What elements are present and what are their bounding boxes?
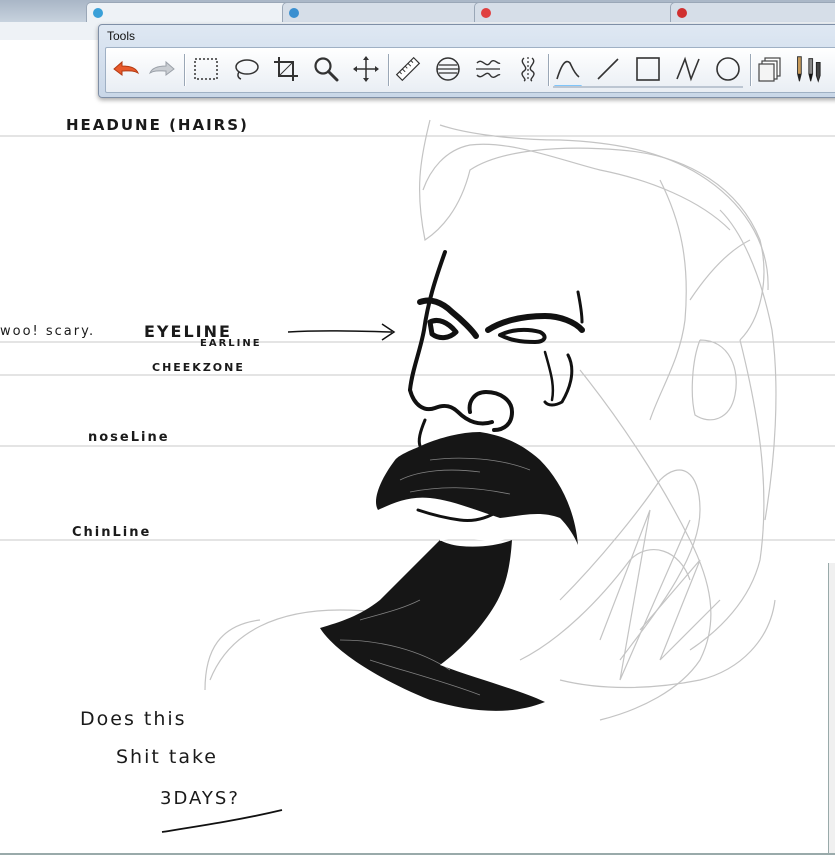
crop-icon [274, 57, 298, 81]
magnifier-icon [314, 57, 339, 82]
lasso-icon [235, 59, 259, 80]
redo-arrow-icon [148, 60, 175, 76]
ellipse-button[interactable] [712, 52, 744, 86]
layers-button[interactable] [754, 52, 786, 86]
polyline-icon [676, 56, 700, 82]
eyeline-arrow [287, 323, 396, 341]
browser-tab-strip [0, 0, 835, 22]
sketch-drawing [0, 119, 835, 833]
note-cheekzone: CHEEKZONE [152, 361, 245, 374]
drawing-canvas[interactable]: HEADUNE (HAIRS) woo! scary. EYELINE EARL… [0, 40, 835, 855]
note-noseline: noseLine [88, 430, 170, 445]
tab-favicon-icon [93, 8, 103, 18]
tools-toolbar [105, 47, 835, 93]
ruler-button[interactable] [392, 52, 424, 86]
note-question-line3: 3DAYS? [160, 788, 240, 809]
vertical-symmetry-icon [521, 57, 535, 82]
rectangle-button[interactable] [632, 52, 664, 86]
ink-beard [320, 432, 578, 711]
browser-tab[interactable] [670, 2, 835, 22]
undo-arrow-icon [113, 60, 140, 76]
rectangle-select-button[interactable] [190, 52, 222, 86]
browser-tab[interactable] [86, 2, 300, 22]
polyline-button[interactable] [672, 52, 704, 86]
tools-window-title: Tools [107, 29, 136, 43]
move-icon [353, 56, 379, 82]
browser-tab[interactable] [474, 2, 688, 22]
straight-line-button[interactable] [592, 52, 624, 86]
browser-tab[interactable] [282, 2, 492, 22]
redo-button[interactable] [146, 52, 178, 86]
stroke-size-slider[interactable] [553, 86, 743, 88]
toolbar-separator [750, 54, 751, 86]
zoom-button[interactable] [310, 52, 342, 86]
days-underline [161, 809, 283, 833]
note-wow-scary: woo! scary. [0, 324, 96, 339]
symmetry-vertical-button[interactable] [512, 52, 544, 86]
symmetry-wave-button[interactable] [472, 52, 504, 86]
note-headline: HEADUNE (HAIRS) [66, 116, 249, 134]
tab-favicon-icon [481, 8, 491, 18]
tools-window[interactable]: Tools [98, 24, 835, 98]
ellipse-icon [716, 57, 740, 81]
symmetry-circle-icon [436, 57, 460, 81]
symmetry-horizontal-button[interactable] [432, 52, 464, 86]
undo-button[interactable] [110, 52, 142, 86]
toolbar-separator [388, 54, 389, 86]
note-question-line1: Does this [80, 708, 187, 730]
rectangle-icon [636, 57, 660, 81]
pencil-brush-icon [797, 56, 821, 83]
tab-favicon-icon [289, 8, 299, 18]
crop-button[interactable] [270, 52, 302, 86]
panel-edge [828, 563, 835, 853]
brushes-button[interactable] [790, 52, 822, 86]
lasso-select-button[interactable] [230, 52, 262, 86]
toolbar-separator [548, 54, 549, 86]
line-icon [597, 58, 619, 80]
move-button[interactable] [350, 52, 382, 86]
ruler-icon [395, 56, 421, 82]
layers-icon [758, 57, 781, 82]
note-earline: EARLINE [200, 338, 262, 349]
curve-icon [556, 60, 580, 80]
note-question-line2: Shit take [116, 746, 218, 768]
freehand-line-button[interactable] [552, 52, 584, 88]
toolbar-separator [184, 54, 185, 86]
rectangle-select-icon [194, 58, 218, 80]
pencil-sketch [204, 119, 777, 721]
note-chinline: ChinLine [72, 525, 152, 540]
tab-favicon-icon [677, 8, 687, 18]
wave-symmetry-icon [476, 60, 501, 78]
